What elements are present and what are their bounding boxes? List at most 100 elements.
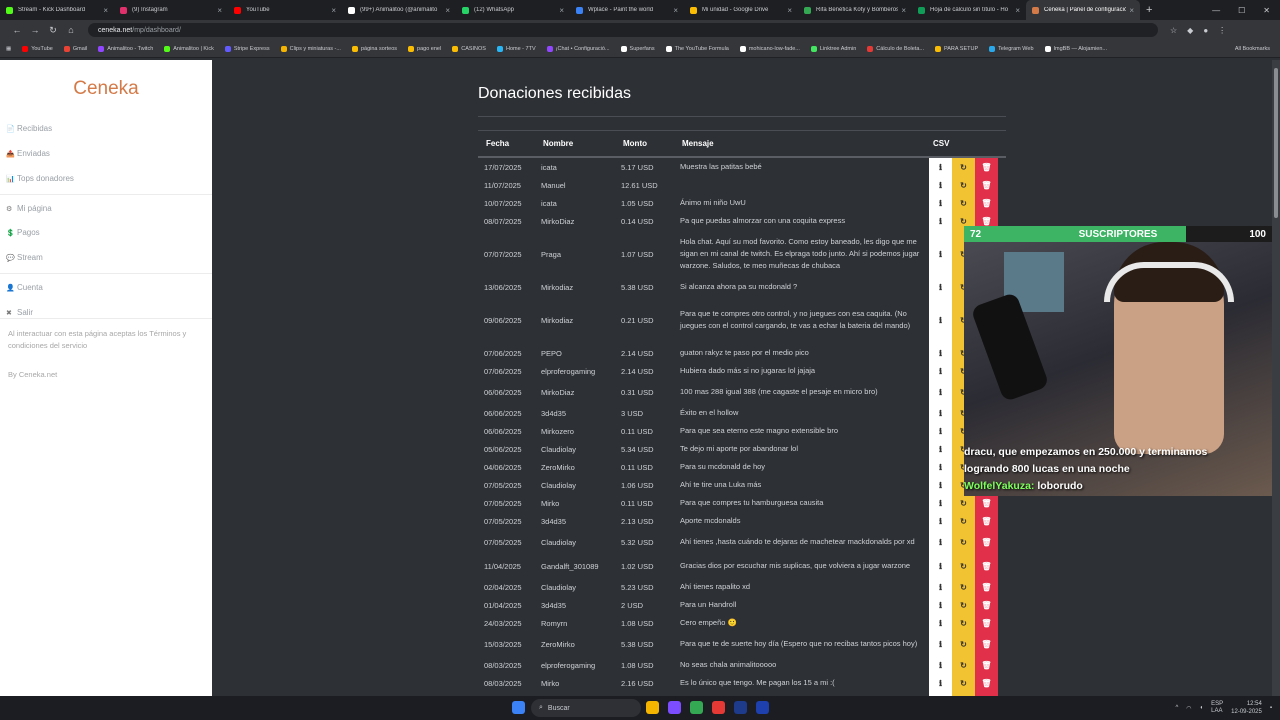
refresh-button[interactable]: ↻ [952, 176, 975, 194]
browser-tab[interactable]: YouTube × [228, 0, 342, 20]
bookmark-item[interactable]: Telegram Web [989, 45, 1034, 52]
delete-button[interactable]: 🗑 [975, 158, 998, 176]
browser-tab[interactable]: Ceneka | Panel de configuración × [1026, 0, 1140, 20]
byline[interactable]: By Ceneka.net [8, 370, 57, 379]
refresh-button[interactable]: ↻ [952, 194, 975, 212]
sidebar-item-stream[interactable]: 💬 Stream [6, 253, 43, 262]
info-button[interactable]: ℹ [929, 158, 952, 176]
refresh-button[interactable]: ↻ [952, 578, 975, 596]
delete-button[interactable]: 🗑 [975, 614, 998, 632]
info-button[interactable]: ℹ [929, 422, 952, 440]
bookmark-item[interactable]: Linktree Admin [810, 45, 856, 52]
scrollbar-thumb[interactable] [1274, 68, 1278, 218]
delete-button[interactable]: 🗑 [975, 494, 998, 512]
bookmark-item[interactable]: ImgBB — Alojamien... [1044, 45, 1107, 52]
tab-close-icon[interactable]: × [445, 6, 450, 15]
tab-close-icon[interactable]: × [673, 6, 678, 15]
volume-icon[interactable]: ◖ [1200, 705, 1204, 711]
browser-tab[interactable]: Rifa Benéfica Koty y Bomberos × [798, 0, 912, 20]
info-button[interactable]: ℹ [929, 440, 952, 458]
all-bookmarks-link[interactable]: All Bookmarks [1235, 46, 1270, 52]
chrome-icon[interactable] [690, 701, 703, 714]
bookmark-item[interactable]: pago enel [408, 45, 441, 52]
bookmark-item[interactable]: Home - 7TV [496, 45, 536, 52]
delete-button[interactable]: 🗑 [975, 632, 998, 656]
bookmark-item[interactable]: Superfans [620, 45, 655, 52]
close-window-button[interactable]: ✕ [1263, 6, 1270, 15]
tab-close-icon[interactable]: × [217, 6, 222, 15]
premiere-icon[interactable] [734, 701, 747, 714]
forward-icon[interactable]: → [26, 25, 44, 35]
info-button[interactable]: ℹ [929, 494, 952, 512]
bookmark-item[interactable]: The YouTube Formula [665, 45, 729, 52]
taskbar-search[interactable]: ⌕ Buscar [531, 699, 641, 717]
sidebar-item-recibidas[interactable]: 📄 Recibidas [6, 124, 52, 133]
tab-close-icon[interactable]: × [103, 6, 108, 15]
bookmark-item[interactable]: Cálculo de Boleta... [867, 45, 924, 52]
bookmark-item[interactable]: YouTube [22, 45, 53, 52]
bookmark-item[interactable]: Animalitoo - Twitch [98, 45, 153, 52]
tab-close-icon[interactable]: × [559, 6, 564, 15]
apps-icon[interactable]: ▦ [6, 46, 11, 52]
info-button[interactable]: ℹ [929, 380, 952, 404]
tab-close-icon[interactable]: × [331, 6, 336, 15]
info-button[interactable]: ℹ [929, 656, 952, 674]
browser-tab[interactable]: (99+) Animalitoo (@animalito × [342, 0, 456, 20]
home-icon[interactable]: ⌂ [62, 25, 80, 35]
bookmark-item[interactable]: Clips y miniaturas -... [280, 45, 341, 52]
refresh-button[interactable]: ↻ [952, 614, 975, 632]
info-button[interactable]: ℹ [929, 362, 952, 380]
sidebar-item-salir[interactable]: ✖ Salir [6, 308, 33, 317]
maximize-button[interactable]: ☐ [1238, 6, 1245, 15]
info-button[interactable]: ℹ [929, 512, 952, 530]
bookmark-item[interactable]: Gmail [63, 45, 87, 52]
bookmark-item[interactable]: CASINOS [452, 45, 486, 52]
url-field[interactable]: ceneka.net/mp/dashboard/ [88, 23, 1158, 37]
delete-button[interactable]: 🗑 [975, 194, 998, 212]
new-tab-button[interactable]: + [1146, 4, 1152, 16]
delete-button[interactable]: 🗑 [975, 596, 998, 614]
page-scrollbar[interactable] [1272, 60, 1280, 696]
language-indicator[interactable]: ESP LAA [1211, 701, 1223, 715]
minimize-button[interactable]: — [1212, 6, 1220, 15]
notification-icon[interactable]: ▪ [1270, 705, 1272, 711]
bookmark-star-icon[interactable]: ☆ [1170, 26, 1177, 35]
info-button[interactable]: ℹ [929, 674, 952, 692]
bookmark-item[interactable]: mohicano-low-fade... [739, 45, 800, 52]
info-button[interactable]: ℹ [929, 632, 952, 656]
info-button[interactable]: ℹ [929, 554, 952, 578]
refresh-button[interactable]: ↻ [952, 674, 975, 692]
delete-button[interactable]: 🗑 [975, 578, 998, 596]
delete-button[interactable]: 🗑 [975, 512, 998, 530]
info-button[interactable]: ℹ [929, 476, 952, 494]
tab-close-icon[interactable]: × [901, 6, 906, 15]
info-button[interactable]: ℹ [929, 278, 952, 296]
browser-tab[interactable]: Hoja de cálculo sin título - Ho × [912, 0, 1026, 20]
delete-button[interactable]: 🗑 [975, 176, 998, 194]
back-icon[interactable]: ← [8, 25, 26, 35]
photoshop-icon[interactable] [756, 701, 769, 714]
info-button[interactable]: ℹ [929, 176, 952, 194]
sidebar-item-mi-p-gina[interactable]: ⚙ Mi página [6, 204, 52, 213]
refresh-button[interactable]: ↻ [952, 554, 975, 578]
refresh-button[interactable]: ↻ [952, 656, 975, 674]
refresh-button[interactable]: ↻ [952, 494, 975, 512]
refresh-button[interactable]: ↻ [952, 632, 975, 656]
info-button[interactable]: ℹ [929, 194, 952, 212]
tab-close-icon[interactable]: × [1129, 6, 1134, 15]
info-button[interactable]: ℹ [929, 458, 952, 476]
delete-button[interactable]: 🗑 [975, 656, 998, 674]
info-button[interactable]: ℹ [929, 344, 952, 362]
refresh-button[interactable]: ↻ [952, 596, 975, 614]
brand-logo[interactable]: Ceneka [0, 78, 212, 100]
csv-export-link[interactable]: CSV [933, 139, 949, 148]
sidebar-item-tops-donadores[interactable]: 📊 Tops donadores [6, 174, 74, 183]
refresh-button[interactable]: ↻ [952, 512, 975, 530]
refresh-button[interactable]: ↻ [952, 530, 975, 554]
browser-tab[interactable]: (12) WhatsApp × [456, 0, 570, 20]
info-button[interactable]: ℹ [929, 578, 952, 596]
tab-close-icon[interactable]: × [787, 6, 792, 15]
info-button[interactable]: ℹ [929, 404, 952, 422]
recorder-icon[interactable] [712, 701, 725, 714]
browser-tab[interactable]: Mi unidad - Google Drive × [684, 0, 798, 20]
